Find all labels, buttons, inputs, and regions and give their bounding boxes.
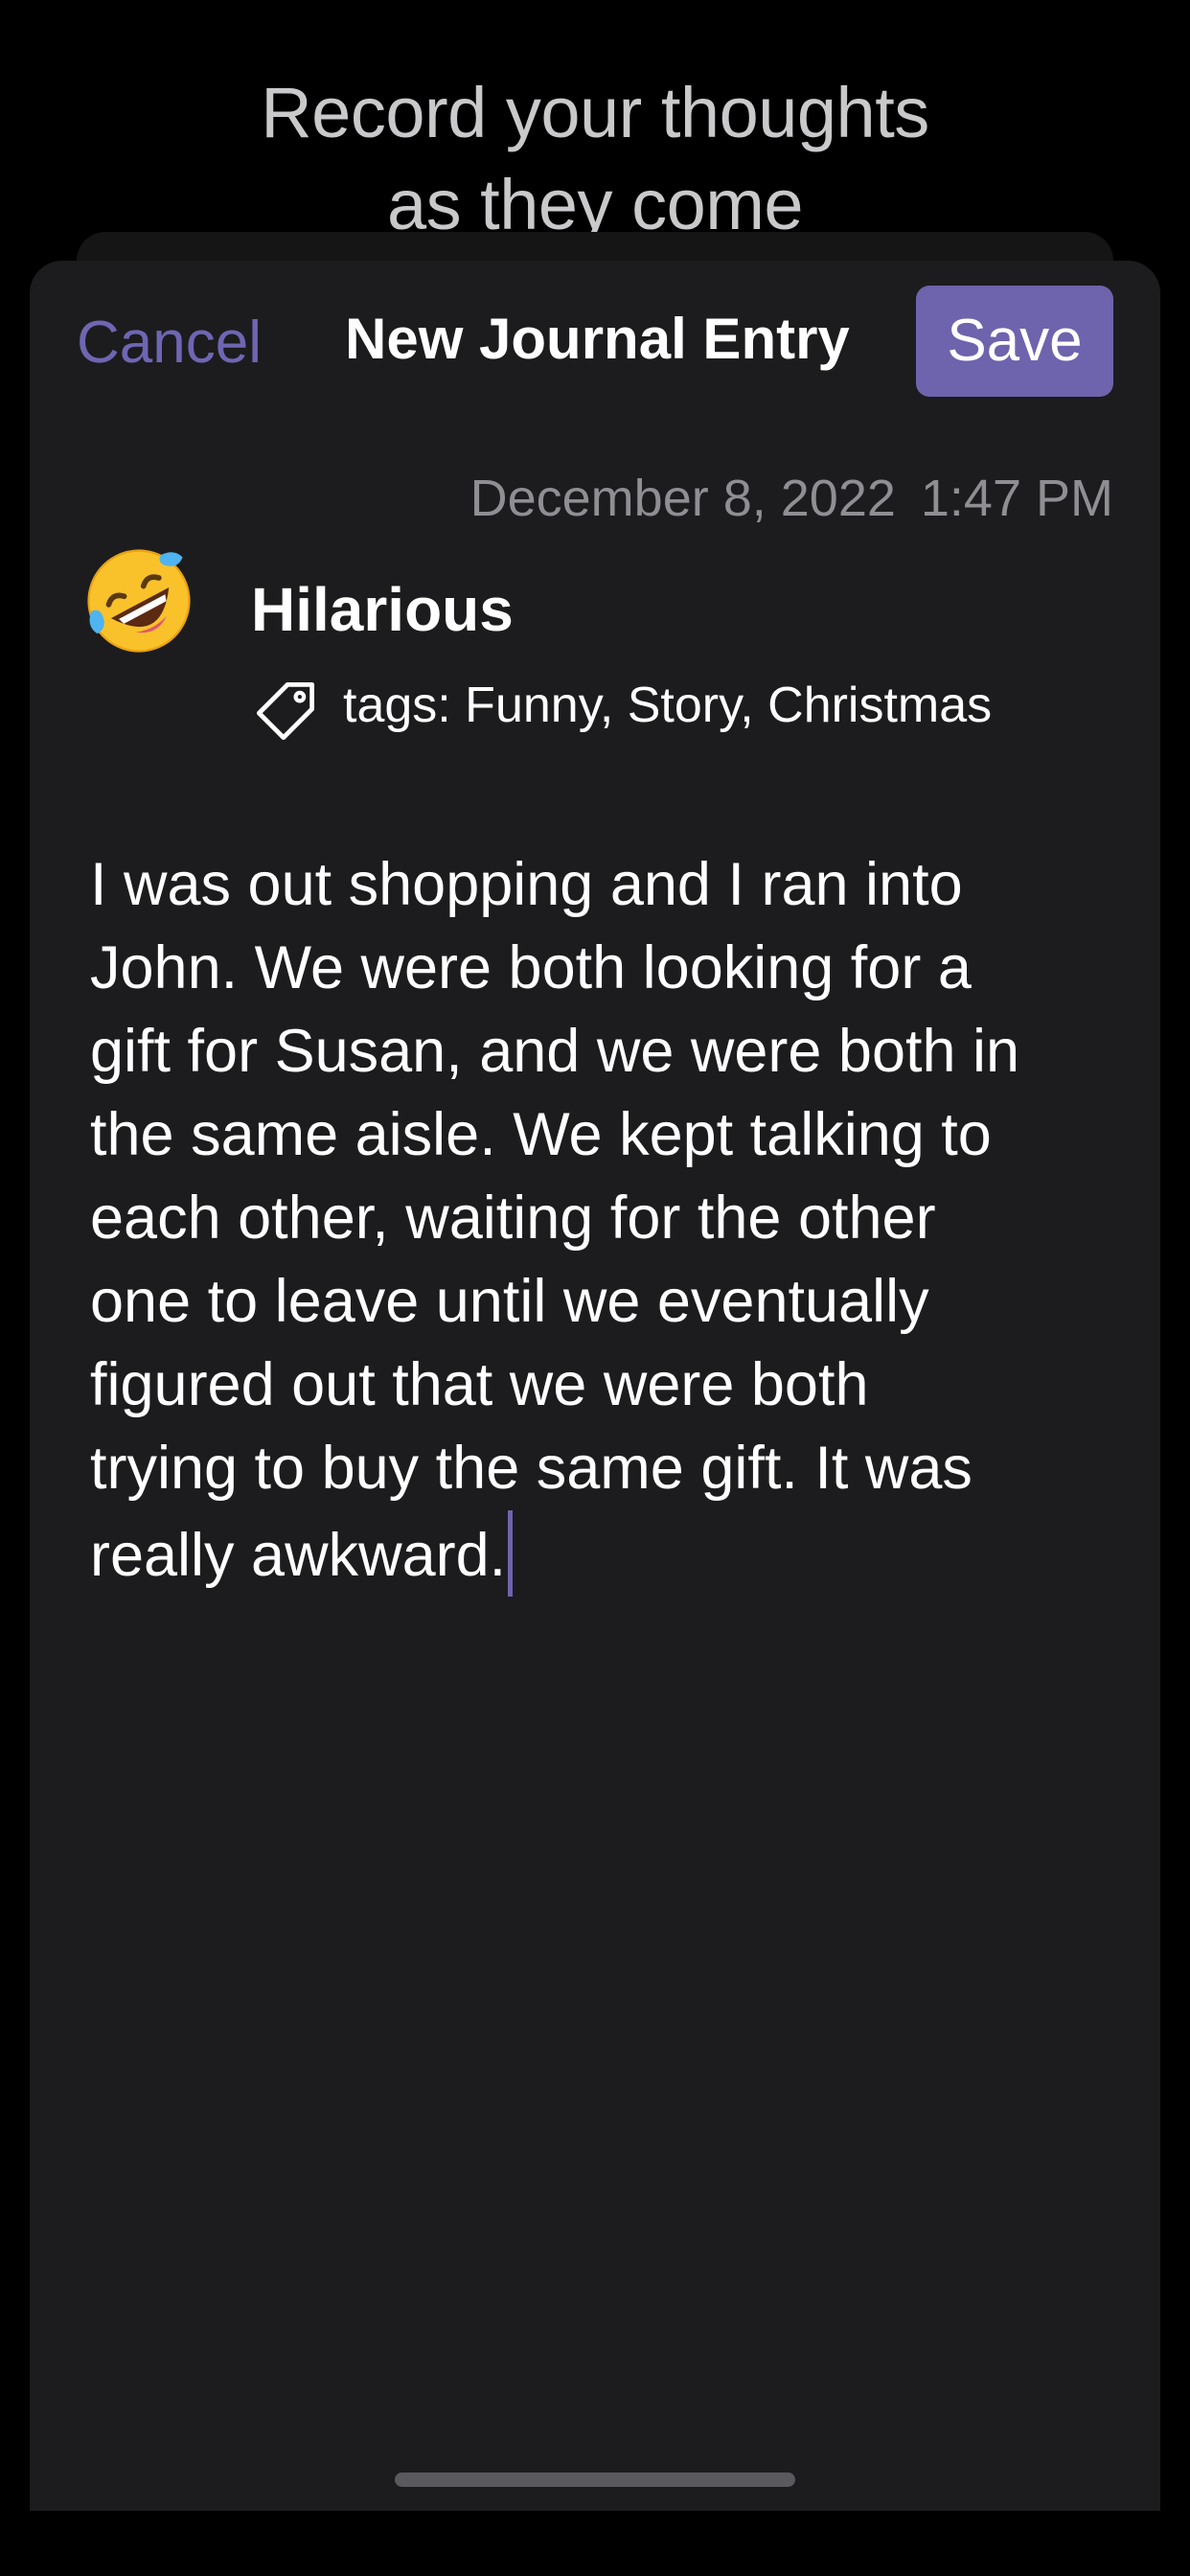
page-title: New Journal Entry [345,307,850,371]
tags-text[interactable]: tags: Funny, Story, Christmas [343,675,992,736]
tag-icon[interactable] [253,678,318,744]
journal-text-last-line-text: really awkward. [90,1522,507,1589]
promo-caption: Record your thoughts as they come [0,67,1190,251]
entry-time: 1:47 PM [920,470,1113,527]
journal-text-line: one to leave until we eventually [90,1268,929,1335]
journal-text-line: figured out that we were both [90,1351,869,1418]
home-indicator[interactable] [395,2472,795,2487]
journal-text-line: each other, waiting for the other [90,1184,936,1252]
journal-text-line: gift for Susan, and we were both in [90,1018,1020,1085]
rolling-on-floor-laughing-emoji-icon[interactable] [84,546,194,656]
entry-date: December 8, 2022 [469,470,896,527]
mood-label[interactable]: Hilarious [251,575,514,644]
journal-text-line-last: really awkward. [90,1510,1106,1598]
journal-text-line: John. We were both looking for a [90,934,972,1001]
journal-text-line: I was out shopping and I ran into [90,851,963,918]
journal-text-line: trying to buy the same gift. It was [90,1435,973,1502]
promo-caption-line-1: Record your thoughts [261,73,929,152]
entry-datetime[interactable]: December 8, 2022 1:47 PM [470,468,1113,529]
cancel-button[interactable]: Cancel [77,309,262,378]
journal-text-line: the same aisle. We kept talking to [90,1101,992,1168]
text-cursor [508,1510,514,1597]
save-button[interactable]: Save [916,286,1113,397]
journal-text-area[interactable]: I was out shopping and I ran into John. … [90,843,1106,1598]
